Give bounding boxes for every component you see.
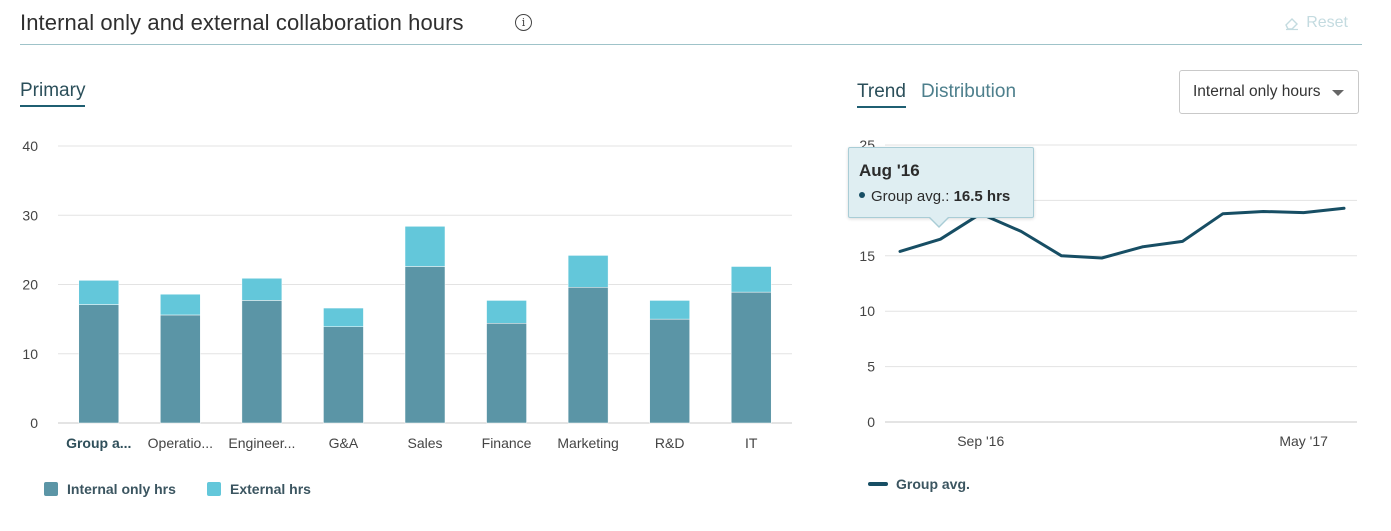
legend-item-group-avg[interactable]: Group avg. [868,476,970,492]
chart-tooltip: Aug '16 Group avg.: 16.5 hrs [848,147,1034,228]
y-tick-label: 0 [867,414,875,430]
tooltip-title: Aug '16 [859,161,920,180]
y-tick-label: 15 [859,248,875,264]
tooltip-dot-icon [859,192,865,199]
x-tick-label: Sep '16 [957,433,1004,449]
x-tick-label: May '17 [1279,433,1328,449]
legend-item-external[interactable]: External hrs [207,481,311,497]
tooltip-row: Group avg.: 16.5 hrs [859,188,1010,205]
legend-swatch-external [207,482,221,496]
legend-item-internal[interactable]: Internal only hrs [44,481,176,497]
legend-label-internal: Internal only hrs [67,481,176,497]
legend-label-group-avg: Group avg. [896,476,970,492]
line-chart: 0510152025Sep '16May '17 [859,137,1357,449]
legend-label-external: External hrs [230,481,311,497]
legend-line-swatch [868,482,888,486]
y-tick-label: 10 [859,303,875,319]
tooltip-series: Group avg.: [871,188,950,205]
tooltip-value: 16.5 hrs [953,188,1011,205]
y-tick-label: 5 [867,359,875,375]
tooltip-arrow-fill [930,217,948,226]
legend-swatch-internal [44,482,58,496]
